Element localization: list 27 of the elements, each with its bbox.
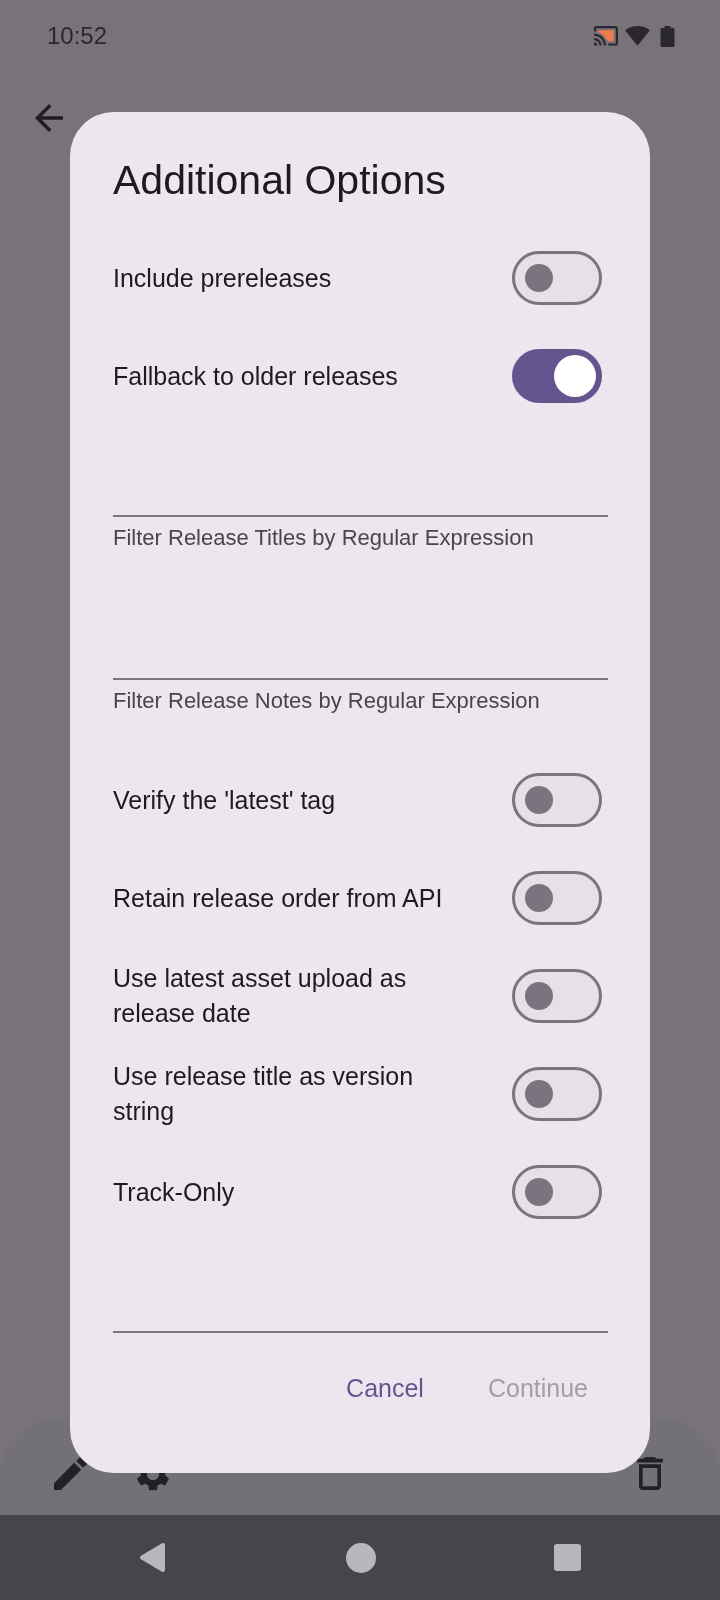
option-label: Use release title as version string (113, 1061, 415, 1127)
back-arrow-icon[interactable] (35, 104, 63, 132)
option-label: Verify the 'latest' tag (113, 784, 336, 816)
option-label: Include prereleases (113, 262, 332, 294)
toggle-switch[interactable] (512, 773, 602, 827)
toggle-switch[interactable] (512, 1165, 602, 1219)
battery-icon (660, 25, 675, 47)
toggle-switch[interactable] (512, 251, 602, 305)
field-label: Filter Release Notes by Regular Expression (113, 687, 541, 715)
toggle-switch[interactable] (512, 349, 602, 403)
wifi-icon (625, 26, 650, 46)
home-icon[interactable] (346, 1542, 376, 1573)
trash-icon[interactable] (637, 1457, 663, 1490)
option-label: Retain release order from API (113, 882, 443, 914)
toggle-switch[interactable] (512, 1067, 602, 1121)
back-icon[interactable] (139, 1542, 166, 1573)
dialog-title: Additional Options (113, 156, 447, 204)
cast-icon (594, 26, 618, 46)
toggle-switch[interactable] (512, 969, 602, 1023)
option-label: Fallback to older releases (113, 360, 398, 392)
pencil-icon[interactable] (54, 1457, 87, 1490)
toggle-switch[interactable] (512, 871, 602, 925)
option-label: Use latest asset upload as release date (113, 963, 408, 1029)
field-label: Filter Release Titles by Regular Expression (113, 524, 535, 552)
option-label: Track-Only (113, 1176, 235, 1208)
status-time: 10:52 (47, 24, 108, 48)
dialog-button[interactable]: Cancel (326, 1360, 444, 1416)
